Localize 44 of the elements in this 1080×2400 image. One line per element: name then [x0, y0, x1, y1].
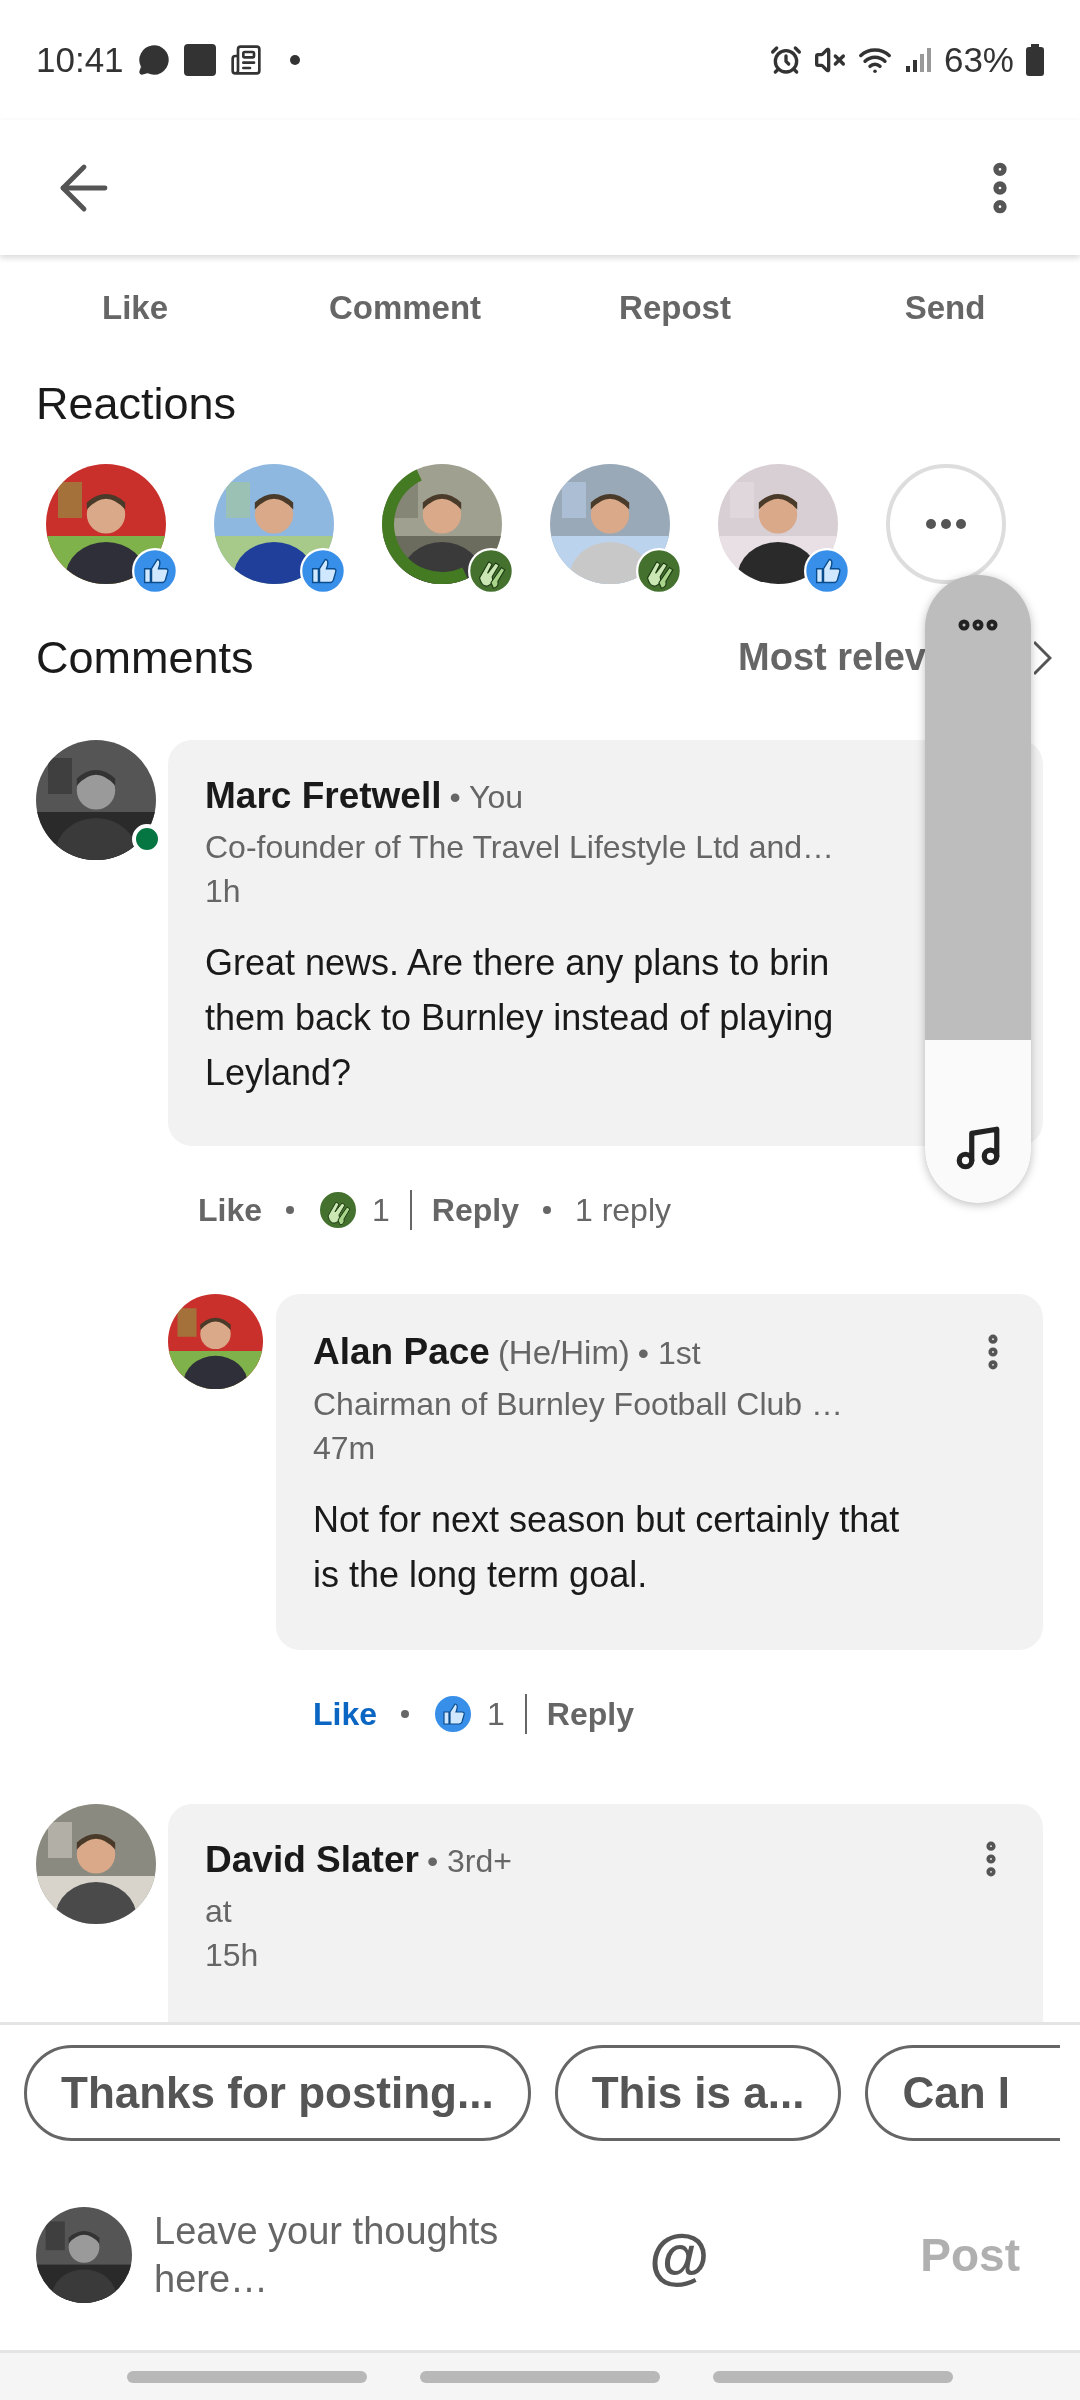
comment-time: 1h [205, 872, 242, 911]
author-headline: Co-founder of The Travel Lifestyle Ltd and… [205, 828, 836, 867]
reply-link[interactable]: Reply [431, 1186, 519, 1234]
comment-time: 15h [205, 1936, 260, 1975]
suggestion-chip[interactable]: This is a... [554, 2044, 842, 2141]
signal-icon [903, 46, 932, 74]
author-name[interactable]: Marc Fretwell [205, 767, 442, 823]
alarm-icon [769, 44, 802, 76]
author-name[interactable]: Alan Pace [313, 1324, 490, 1380]
battery-percent: 63% [943, 38, 1014, 81]
battery-icon [1026, 44, 1044, 76]
pronouns: (He/Him) [497, 1333, 630, 1373]
post-action-button[interactable]: Repost [540, 282, 810, 332]
reply-link[interactable]: Reply [546, 1689, 634, 1738]
suggestion-chip[interactable]: Can I [865, 2044, 1060, 2141]
reply-count-link[interactable]: 1 reply [574, 1186, 671, 1234]
comment-text: Great news. Are there any plans to brin them back to Burnley instead of playing Leyland? [205, 941, 835, 1095]
post-action-button[interactable]: Send [810, 282, 1080, 332]
newspaper-icon [229, 44, 262, 76]
like-link[interactable]: Like [198, 1186, 263, 1234]
suggestion-chip[interactable]: Thanks for posting... [24, 2044, 531, 2141]
volume-slider[interactable] [925, 575, 1031, 1203]
post-action-button[interactable]: Like [0, 282, 270, 332]
author-headline: at [205, 1892, 233, 1931]
status-time: 10:41 [36, 38, 124, 81]
author-name[interactable]: David Slater [205, 1831, 419, 1887]
more-icon [926, 518, 966, 529]
app-icon [183, 44, 216, 76]
connection-degree: • 3rd+ [426, 1841, 512, 1881]
section-title: Comments [36, 630, 254, 685]
reaction-count: 1 [372, 1191, 390, 1230]
chat-bubble-icon [137, 44, 170, 76]
mention-button[interactable]: @ [649, 2208, 710, 2302]
comment-time: 47m [313, 1428, 377, 1468]
reaction-count: 1 [487, 1694, 505, 1734]
author-headline: Chairman of Burnley Football Club … [313, 1384, 844, 1424]
connection-degree: • 1st [637, 1334, 701, 1373]
comment-input-field[interactable]: Leave your thoughts here… [154, 2207, 554, 2303]
connection-degree: • You [449, 777, 523, 817]
reply-text: Not for next season but certainly that is the long term goal. [313, 1497, 901, 1597]
like-link[interactable]: Like [313, 1689, 378, 1738]
post-action-button[interactable]: Comment [270, 282, 540, 332]
sort-dropdown[interactable]: Most relev [738, 629, 926, 686]
section-title: Reactions [35, 377, 238, 431]
